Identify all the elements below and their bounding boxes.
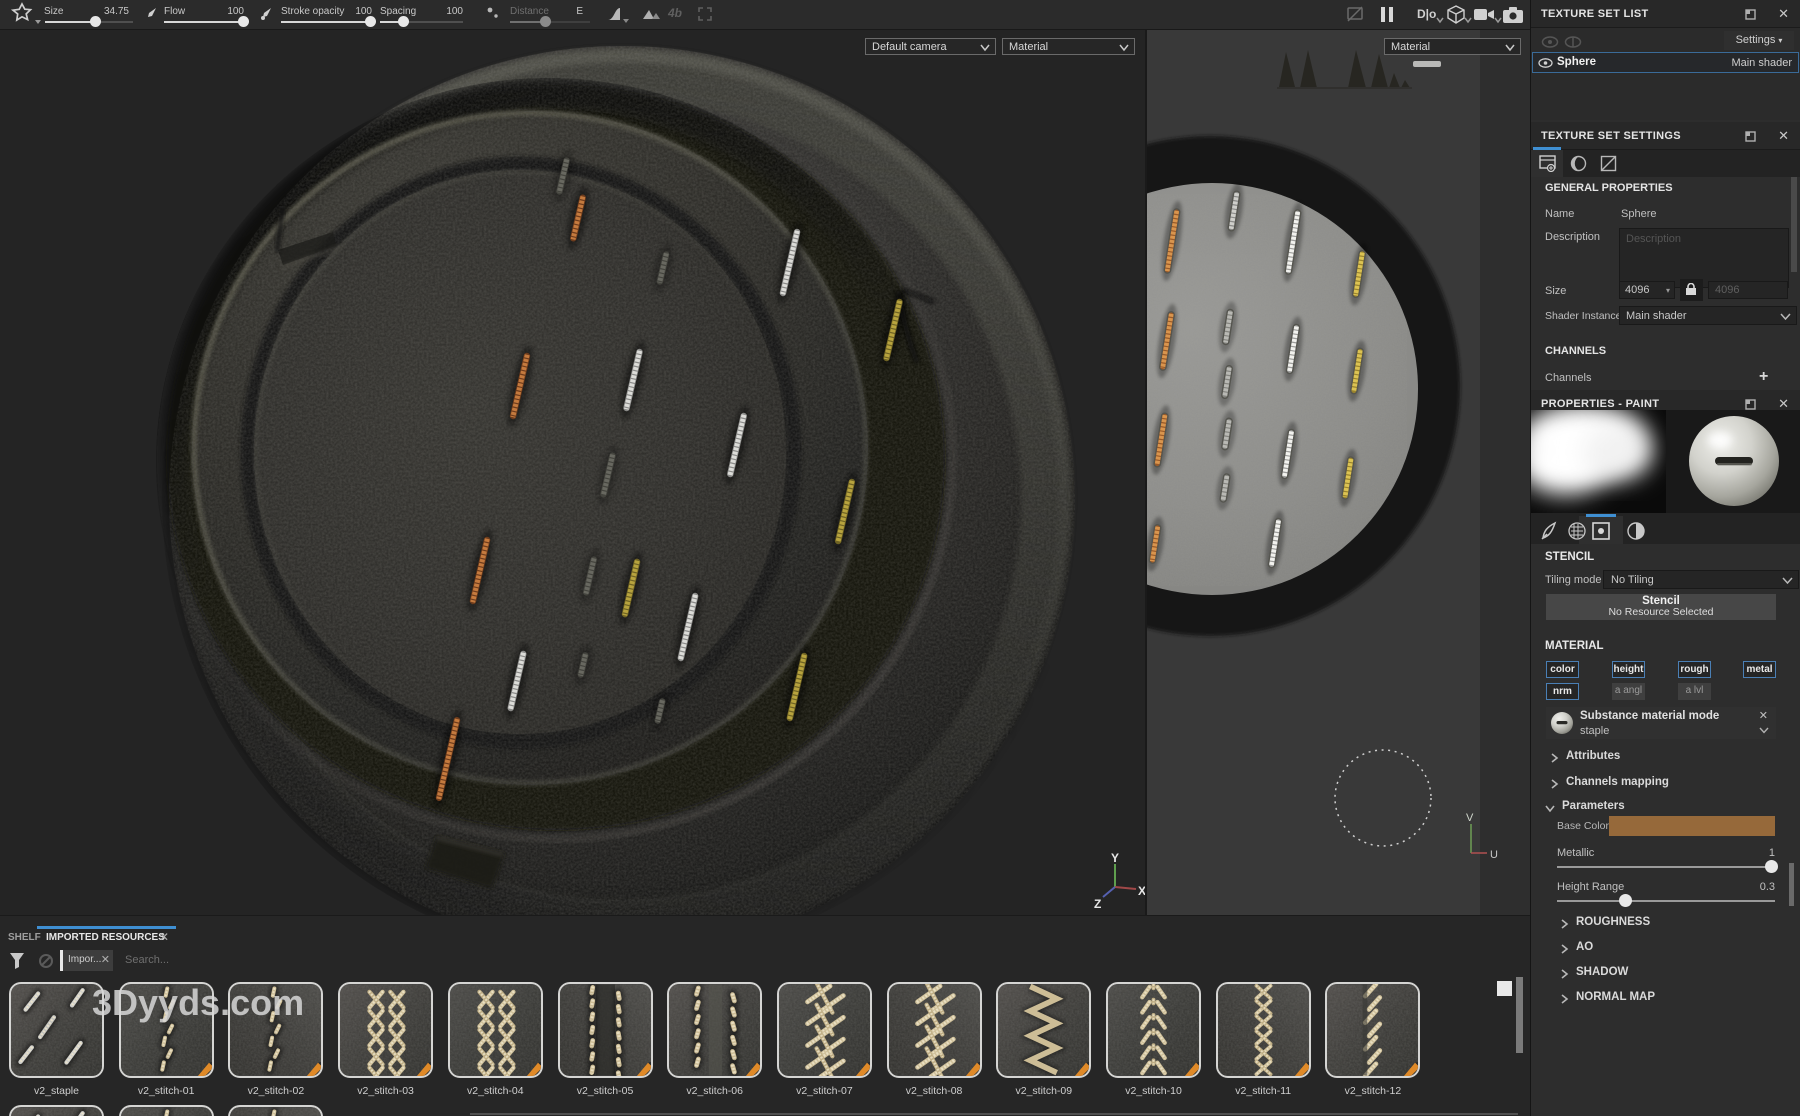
svg-text:V: V <box>1466 812 1474 824</box>
svg-text:Z: Z <box>1094 897 1101 910</box>
svg-text:Y: Y <box>1111 851 1119 865</box>
svg-text:U: U <box>1490 849 1498 861</box>
